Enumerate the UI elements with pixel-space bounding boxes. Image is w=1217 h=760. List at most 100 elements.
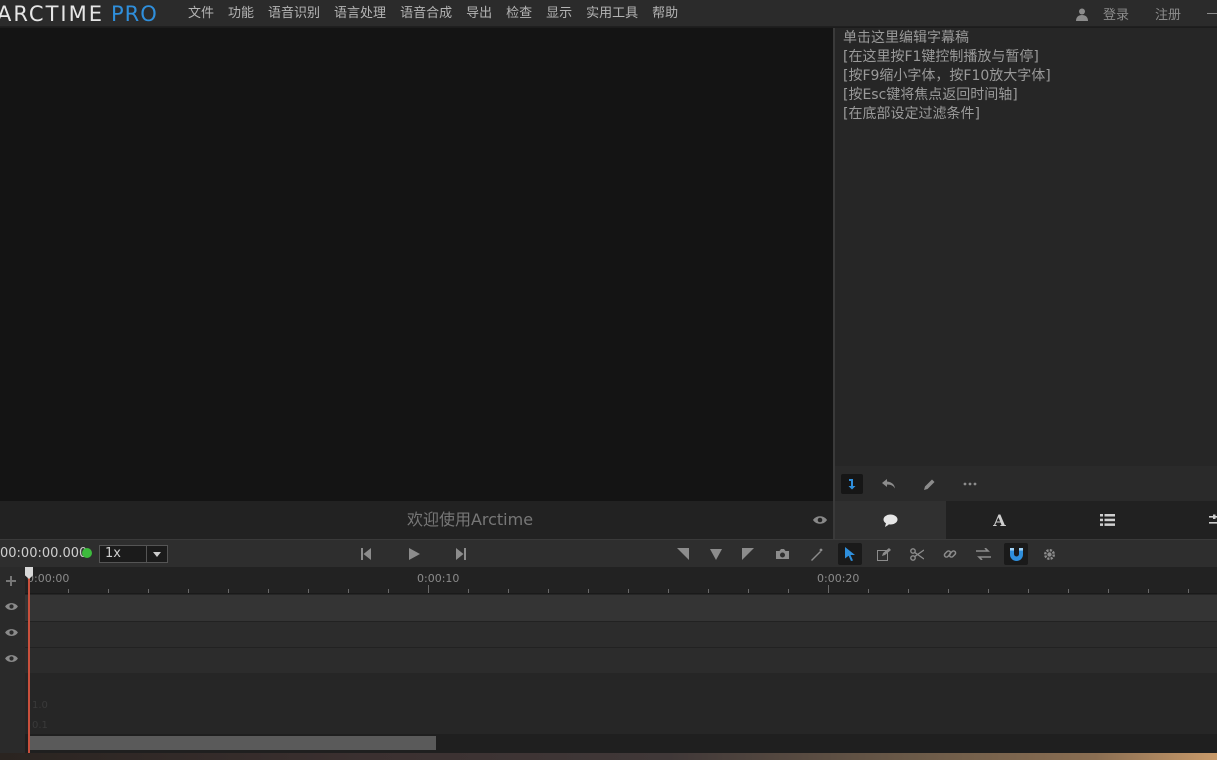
subtitle-track[interactable]: [25, 595, 1217, 621]
main-menu: 文件 功能 语音识别 语言处理 语音合成 导出 检查 显示 实用工具 帮助: [181, 0, 685, 27]
menu-view[interactable]: 显示: [539, 0, 579, 27]
mark-out-icon[interactable]: [740, 546, 756, 562]
horizontal-scrollbar-thumb[interactable]: [28, 736, 436, 750]
editor-line: [在这里按F1键控制播放与暂停]: [843, 49, 1039, 65]
gear-icon[interactable]: [1041, 546, 1057, 562]
ruler-tick: [228, 589, 229, 593]
video-preview[interactable]: [0, 28, 833, 501]
ruler-tick: [188, 589, 189, 593]
undo-button[interactable]: [878, 474, 900, 494]
tab-comments[interactable]: [835, 501, 946, 539]
ruler-label: 0:00:00: [27, 572, 70, 585]
skip-back-icon[interactable]: [358, 546, 374, 562]
track-visibility-icon[interactable]: [4, 653, 19, 664]
eye-icon[interactable]: [812, 514, 828, 526]
undo-icon: [882, 479, 895, 489]
subtitle-track[interactable]: [25, 621, 1217, 647]
add-track-icon[interactable]: [6, 576, 16, 586]
ruler-tick: [668, 589, 669, 593]
subtitle-track[interactable]: [25, 647, 1217, 673]
menu-file[interactable]: 文件: [181, 0, 221, 27]
user-area: 登录 注册: [1075, 0, 1217, 27]
menu-features[interactable]: 功能: [221, 0, 261, 27]
ruler-tick: [508, 589, 509, 593]
magnet-snap-button[interactable]: [1004, 543, 1028, 565]
ruler-tick: [148, 589, 149, 593]
menu-check[interactable]: 检查: [499, 0, 539, 27]
app-logo: ARCTIME PRO: [0, 1, 158, 27]
tab-settings[interactable]: [1162, 501, 1217, 539]
magnet-icon: [1009, 547, 1023, 561]
tab-text-style[interactable]: A: [946, 501, 1053, 539]
ruler-tick: [1188, 589, 1189, 593]
transport-bar: 00:00:00.000 1x: [0, 539, 1217, 567]
user-icon: [1075, 8, 1088, 21]
camera-icon[interactable]: [774, 546, 790, 562]
tab-list[interactable]: [1053, 501, 1162, 539]
login-link[interactable]: 登录: [1103, 4, 1129, 23]
mark-middle-icon[interactable]: [708, 546, 724, 562]
magic-wand-icon[interactable]: [808, 546, 824, 562]
ruler-tick: [908, 589, 909, 593]
ruler-tick: [468, 589, 469, 593]
chevron-down-icon[interactable]: [146, 546, 167, 562]
menu-language-processing[interactable]: 语言处理: [327, 0, 393, 27]
menu-speech-synthesis[interactable]: 语音合成: [393, 0, 459, 27]
play-icon[interactable]: [406, 546, 422, 562]
ruler-tick: [868, 589, 869, 593]
logo-arctime: ARCTIME: [0, 2, 104, 26]
speed-select[interactable]: 1x: [99, 545, 168, 563]
timeline[interactable]: 0:00:00 0:00:10 0:00:20 1.0 0.1: [0, 567, 1217, 753]
ruler-tick: [68, 589, 69, 593]
ruler-tick: [428, 585, 429, 593]
menu-help[interactable]: 帮助: [645, 0, 685, 27]
welcome-text: 欢迎使用Arctime: [406, 510, 534, 529]
ruler-tick: [268, 589, 269, 593]
ruler-tick: [708, 589, 709, 593]
ruler-tick: [748, 589, 749, 593]
subtitle-editor[interactable]: 单击这里编辑字幕稿 [在这里按F1键控制播放与暂停] [按F9缩小字体，按F10…: [835, 28, 1217, 466]
panel-tabs: A: [835, 501, 1217, 539]
select-tool-button[interactable]: [838, 543, 862, 565]
ruler-tick: [308, 589, 309, 593]
more-button[interactable]: [959, 474, 981, 494]
ruler-tick: [988, 589, 989, 593]
playhead[interactable]: [28, 567, 30, 753]
link-icon[interactable]: [942, 546, 958, 562]
swap-icon[interactable]: [975, 546, 991, 562]
ruler-tick: [828, 585, 829, 593]
status-strip: 欢迎使用Arctime: [0, 501, 833, 539]
menu-export[interactable]: 导出: [459, 0, 499, 27]
more-icon: [963, 482, 977, 486]
editor-line: 单击这里编辑字幕稿: [843, 30, 969, 46]
speed-value: 1x: [105, 546, 121, 561]
menu-tools[interactable]: 实用工具: [579, 0, 645, 27]
ruler-label: 0:00:20: [817, 572, 860, 585]
register-link[interactable]: 注册: [1155, 4, 1181, 23]
mark-in-icon[interactable]: [675, 546, 691, 562]
insert-button[interactable]: [841, 474, 863, 494]
ruler-tick: [588, 589, 589, 593]
editor-line: [按F9缩小字体，按F10放大字体]: [843, 68, 1051, 84]
ruler-tick: [1068, 589, 1069, 593]
comment-icon: [883, 514, 898, 527]
ruler-tick: [388, 589, 389, 593]
track-visibility-icon[interactable]: [4, 627, 19, 638]
list-icon: [1100, 514, 1115, 526]
settings-sliders-icon: [1209, 514, 1217, 524]
menu-speech-recognition[interactable]: 语音识别: [261, 0, 327, 27]
minimize-icon[interactable]: [1207, 13, 1217, 14]
ruler-label: 0:00:10: [417, 572, 460, 585]
edit-tool-icon[interactable]: [876, 546, 892, 562]
scissors-icon[interactable]: [909, 546, 925, 562]
waveform-label: 1.0: [32, 700, 48, 711]
time-ruler[interactable]: 0:00:00 0:00:10 0:00:20: [25, 567, 1217, 594]
skip-forward-icon[interactable]: [453, 546, 469, 562]
editor-line: [在底部设定过滤条件]: [843, 106, 980, 122]
menu-bar: ARCTIME PRO 文件 功能 语音识别 语言处理 语音合成 导出 检查 显示…: [0, 0, 1217, 27]
ruler-tick: [548, 589, 549, 593]
edit-button[interactable]: [918, 474, 940, 494]
ruler-tick: [348, 589, 349, 593]
track-visibility-icon[interactable]: [4, 601, 19, 612]
waveform-label: 0.1: [32, 720, 48, 731]
